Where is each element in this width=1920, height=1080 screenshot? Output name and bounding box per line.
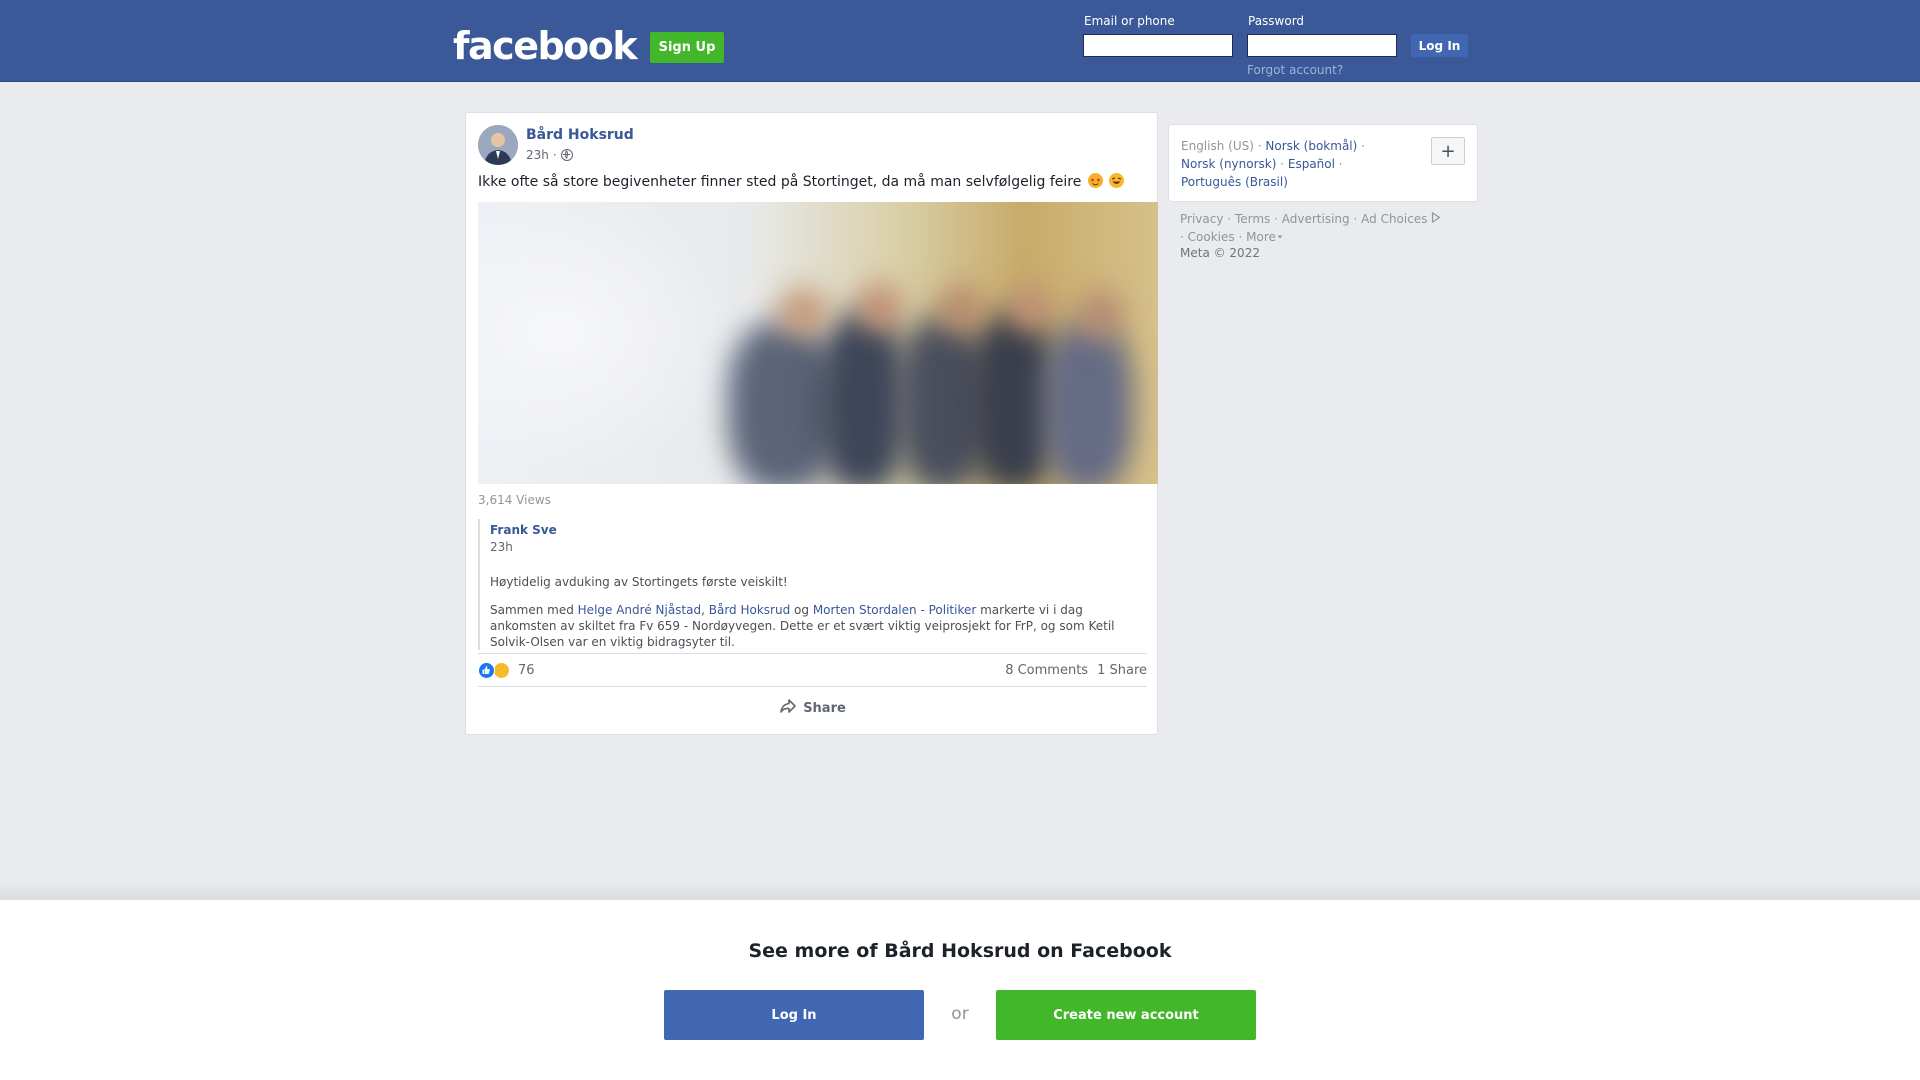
shared-post-timestamp[interactable]: 23h: [490, 540, 1143, 554]
or-separator: or: [951, 1004, 969, 1024]
post-meta: 23h ·: [526, 148, 573, 162]
haha-reaction-icon: [493, 661, 510, 679]
lang-dot: ·: [1334, 157, 1343, 171]
tag-link-morten[interactable]: Morten Stordalen - Politiker: [813, 603, 976, 617]
more-link[interactable]: More: [1246, 230, 1284, 244]
login-banner: See more of Bård Hoksrud on Facebook Log…: [0, 900, 1920, 1080]
share-icon: [779, 698, 797, 718]
engagement-counts: 8 Comments 1 Share: [1005, 663, 1147, 678]
ad-choices-icon: [1431, 211, 1441, 226]
language-link-portugues[interactable]: Português (Brasil): [1181, 175, 1288, 189]
share-button[interactable]: Share: [478, 693, 1147, 723]
post-card: Bård Hoksrud 23h · Ikke ofte så store be…: [465, 112, 1158, 735]
email-input[interactable]: [1083, 34, 1233, 57]
current-language: English (US): [1181, 139, 1254, 153]
forgot-account-link[interactable]: Forgot account?: [1247, 63, 1343, 77]
globe-icon: [560, 149, 573, 161]
password-input[interactable]: [1247, 34, 1397, 57]
shares-count[interactable]: 1 Share: [1097, 663, 1147, 678]
lang-dot: ·: [1276, 157, 1288, 171]
sign-up-button[interactable]: Sign Up: [650, 32, 724, 63]
advertising-link[interactable]: Advertising: [1282, 212, 1350, 226]
post-timestamp[interactable]: 23h: [526, 148, 549, 162]
video-thumbnail[interactable]: [478, 202, 1158, 484]
more-languages-button[interactable]: +: [1431, 137, 1465, 165]
create-account-button[interactable]: Create new account: [996, 990, 1256, 1040]
footer-dot: ·: [1227, 212, 1232, 226]
shared-post-headline: Høytidelig avduking av Stortingets først…: [490, 575, 788, 589]
language-link-nynorsk[interactable]: Norsk (nynorsk): [1181, 157, 1276, 171]
caret-down-icon: [1276, 230, 1284, 244]
comments-count[interactable]: 8 Comments: [1005, 663, 1088, 678]
login-button[interactable]: Log In: [1411, 34, 1468, 57]
body-separator: ,: [701, 603, 709, 617]
footer-dot: ·: [1238, 230, 1243, 244]
like-reaction-icon: [478, 661, 495, 679]
email-label: Email or phone: [1084, 14, 1175, 28]
banner-shadow: [0, 880, 1920, 900]
reactions-summary[interactable]: 76: [478, 661, 535, 679]
post-stats: 76 8 Comments 1 Share: [478, 653, 1147, 687]
top-bar: facebook Sign Up Email or phone Password…: [0, 0, 1920, 82]
post-author-name[interactable]: Bård Hoksrud: [526, 127, 634, 143]
view-count: 3,614 Views: [478, 493, 551, 507]
post-text: Ikke ofte så store begivenheter finner s…: [478, 173, 1125, 190]
lang-dot: ·: [1357, 139, 1365, 153]
shared-post-body: Sammen med Helge André Njåstad, Bård Hok…: [490, 602, 1143, 650]
banner-login-button[interactable]: Log In: [664, 990, 924, 1040]
tag-link-bard[interactable]: Bård Hoksrud: [709, 603, 790, 617]
footer-dot: ·: [1274, 212, 1278, 226]
shared-post: Frank Sve 23h Høytidelig avduking av Sto…: [478, 519, 1143, 650]
privacy-link[interactable]: Privacy: [1180, 212, 1223, 226]
language-link-espanol[interactable]: Español: [1288, 157, 1335, 171]
more-label: More: [1246, 230, 1276, 244]
language-link-bokmal[interactable]: Norsk (bokmål): [1265, 139, 1357, 153]
share-label: Share: [803, 700, 846, 716]
footer-dot: ·: [1180, 230, 1184, 244]
star-struck-emoji-icon: [1087, 173, 1103, 188]
avatar[interactable]: [478, 125, 518, 165]
password-label: Password: [1248, 14, 1305, 28]
body-prefix: Sammen med: [490, 603, 578, 617]
meta-separator: ·: [552, 148, 557, 162]
footer-links: Privacy · Terms · Advertising · Ad Choic…: [1180, 210, 1480, 246]
language-list: English (US) · Norsk (bokmål) · Norsk (n…: [1181, 137, 1421, 191]
shared-post-author[interactable]: Frank Sve: [490, 523, 557, 537]
footer-dot: ·: [1353, 212, 1358, 226]
tag-link-helge[interactable]: Helge André Njåstad: [578, 603, 701, 617]
facebook-logo[interactable]: facebook: [453, 24, 638, 68]
copyright: Meta © 2022: [1180, 246, 1260, 260]
terms-link[interactable]: Terms: [1235, 212, 1270, 226]
language-selector: English (US) · Norsk (bokmål) · Norsk (n…: [1168, 124, 1478, 202]
cookies-link[interactable]: Cookies: [1188, 230, 1235, 244]
body-separator: og: [790, 603, 813, 617]
banner-title: See more of Bård Hoksrud on Facebook: [748, 940, 1172, 962]
reaction-count: 76: [518, 662, 535, 678]
ad-choices-link[interactable]: Ad Choices: [1361, 211, 1441, 226]
rofl-emoji-icon: [1109, 173, 1125, 188]
post-text-content: Ikke ofte så store begivenheter finner s…: [478, 174, 1082, 190]
ad-choices-label: Ad Choices: [1361, 212, 1428, 226]
